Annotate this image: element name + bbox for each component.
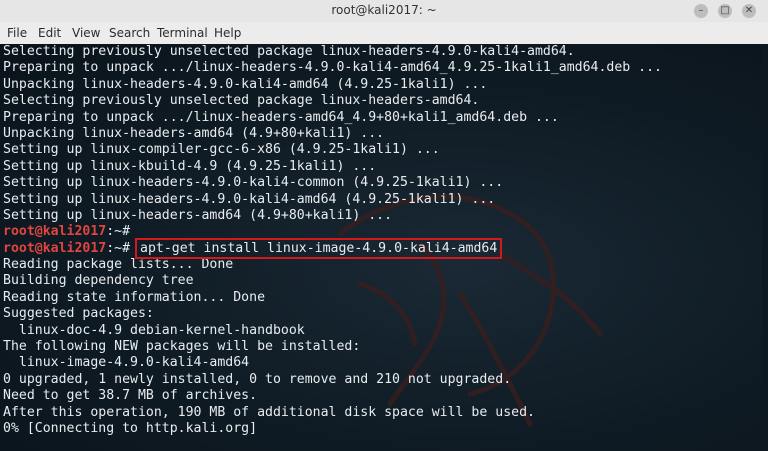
minimize-button[interactable]: – xyxy=(694,4,708,18)
prompt-user: root@kali2017 xyxy=(3,224,107,240)
maximize-button[interactable]: □ xyxy=(718,4,732,18)
menu-terminal[interactable]: Terminal xyxy=(157,26,208,40)
output-line: Reading package lists... Done xyxy=(3,257,234,273)
close-button[interactable]: ✕ xyxy=(742,4,756,18)
menu-bar: File Edit View Search Terminal Help xyxy=(0,22,768,45)
prompt-suffix: :~# xyxy=(106,224,131,240)
output-line: Preparing to unpack .../linux-headers-4.… xyxy=(3,60,662,76)
output-line: Reading state information... Done xyxy=(3,289,266,305)
output-line: Selecting previously unselected package … xyxy=(3,93,480,109)
output-line: linux-image-4.9.0-kali4-amd64 xyxy=(3,355,250,371)
menu-help[interactable]: Help xyxy=(214,26,241,40)
highlighted-command: apt-get install linux-image-4.9.0-kali4-… xyxy=(134,237,503,259)
menu-search[interactable]: Search xyxy=(109,26,150,40)
terminal-lines: Selecting previously unselected package … xyxy=(3,44,768,437)
terminal-window: root@kali2017: ~ – □ ✕ File Edit View Se… xyxy=(0,0,768,451)
prompt-user: root@kali2017 xyxy=(3,240,107,256)
output-line: Building dependency tree xyxy=(3,273,194,289)
output-line: Selecting previously unselected package … xyxy=(3,44,575,59)
prompt-suffix: :~# xyxy=(106,240,131,256)
output-line: 0 upgraded, 1 newly installed, 0 to remo… xyxy=(3,371,512,387)
window-title: root@kali2017: ~ xyxy=(331,3,437,17)
menu-view[interactable]: View xyxy=(72,26,100,40)
output-line: The following NEW packages will be insta… xyxy=(3,339,361,355)
menu-edit[interactable]: Edit xyxy=(38,26,61,40)
output-line: Setting up linux-headers-4.9.0-kali4-amd… xyxy=(3,191,496,207)
output-line: Unpacking linux-headers-4.9.0-kali4-amd6… xyxy=(3,76,488,92)
output-line: Preparing to unpack .../linux-headers-am… xyxy=(3,109,559,125)
output-line: Unpacking linux-headers-amd64 (4.9+80+ka… xyxy=(3,125,385,141)
output-line: Setting up linux-compiler-gcc-6-x86 (4.9… xyxy=(3,142,440,158)
output-line: Suggested packages: xyxy=(3,306,154,322)
title-bar[interactable]: root@kali2017: ~ – □ ✕ xyxy=(0,0,768,23)
output-line: Setting up linux-headers-4.9.0-kali4-com… xyxy=(3,175,504,191)
prompt-line: root@kali2017:~# xyxy=(3,224,768,240)
prompt-line-command: root@kali2017:~# apt-get install linux-i… xyxy=(3,237,768,259)
terminal-scrollbar[interactable] xyxy=(762,44,768,451)
menu-file[interactable]: File xyxy=(7,26,27,40)
output-line: linux-doc-4.9 debian-kernel-handbook xyxy=(3,322,305,338)
output-line: Setting up linux-kbuild-4.9 (4.9.25-1kal… xyxy=(3,158,377,174)
output-line: Need to get 38.7 MB of archives. xyxy=(3,388,258,404)
output-line: 0% [Connecting to http.kali.org] xyxy=(3,420,258,436)
output-line: After this operation, 190 MB of addition… xyxy=(3,404,535,420)
terminal-output[interactable]: Selecting previously unselected package … xyxy=(0,44,768,451)
output-line: Setting up linux-headers-amd64 (4.9+80+k… xyxy=(3,207,393,223)
